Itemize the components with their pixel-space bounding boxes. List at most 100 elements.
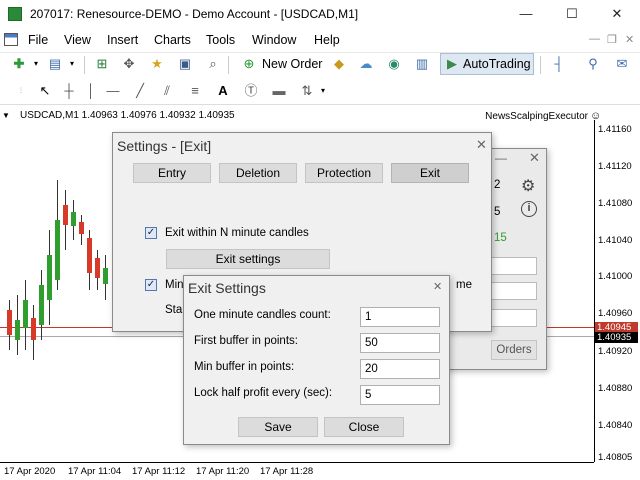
cursor-icon[interactable]: ↖ <box>36 82 54 100</box>
settings-title: Settings - [Exit] <box>117 138 212 154</box>
market-icon[interactable]: ◉ <box>385 55 403 73</box>
strategy-tester-icon[interactable]: ⌕ <box>204 55 222 73</box>
title-bar: 207017: Renesource-DEMO - Demo Account -… <box>0 0 640 30</box>
text-icon[interactable]: A <box>214 82 232 100</box>
panel-value: 2 <box>494 179 501 191</box>
exit-settings-close-icon[interactable]: ✕ <box>433 280 442 293</box>
exit-settings-button[interactable]: Exit settings <box>166 249 330 269</box>
chat-icon[interactable]: ✉ <box>613 55 631 73</box>
panel-minimize-icon[interactable]: — <box>495 151 507 165</box>
navigator-icon[interactable]: ✥ <box>120 55 138 73</box>
tab-deletion[interactable]: Deletion <box>219 163 297 183</box>
mdi-close-button[interactable]: ✕ <box>625 33 634 46</box>
price-label: 1.41040 <box>598 235 633 246</box>
window-title: 207017: Renesource-DEMO - Demo Account -… <box>30 7 359 21</box>
mdi-restore-button[interactable]: ❐ <box>607 33 617 46</box>
lock-half-profit-input[interactable]: 5 <box>360 385 440 405</box>
candles-count-input[interactable]: 1 <box>360 307 440 327</box>
panel-close-icon[interactable]: ✕ <box>529 150 540 166</box>
time-label: 17 Apr 11:04 <box>68 466 122 477</box>
candle <box>39 285 44 325</box>
candle <box>87 238 92 273</box>
profiles-icon[interactable]: ▤ <box>46 55 64 73</box>
vertical-line-icon[interactable]: │ <box>82 82 100 100</box>
time-label: 17 Apr 11:12 <box>132 466 186 477</box>
min-buffer-input[interactable]: 20 <box>360 359 440 379</box>
sta-label: Sta <box>165 304 183 316</box>
new-order-icon[interactable]: ⊕ <box>240 55 258 73</box>
chart-menu-icon[interactable]: ▼ <box>2 111 10 120</box>
autotrading-label: AutoTrading <box>463 57 531 71</box>
time-axis <box>0 462 594 463</box>
settings-close-icon[interactable]: ✕ <box>476 137 487 153</box>
panel-input[interactable] <box>491 257 537 275</box>
panel-value: 5 <box>494 206 501 218</box>
menu-window[interactable]: Window <box>252 33 296 47</box>
menu-tools[interactable]: Tools <box>206 33 235 47</box>
candle <box>55 220 60 280</box>
search-icon[interactable]: ⚲ <box>584 55 602 73</box>
crosshair-icon[interactable]: ┼ <box>60 82 78 100</box>
close-window-button[interactable]: ✕ <box>600 2 634 26</box>
trendline-icon[interactable]: ╱ <box>131 82 149 100</box>
candle <box>95 258 100 278</box>
market-watch-icon[interactable]: ⊞ <box>93 55 111 73</box>
minimize-button[interactable]: — <box>509 2 543 26</box>
time-label: 17 Apr 11:20 <box>196 466 250 477</box>
new-chart-icon[interactable]: ✚ <box>10 55 28 73</box>
candles-count-label: One minute candles count: <box>194 309 331 321</box>
gear-icon[interactable]: ⚙ <box>521 176 535 196</box>
autotrading-button[interactable]: ▶ AutoTrading <box>440 53 534 75</box>
metaeditor-icon[interactable]: ◆ <box>330 55 348 73</box>
candle <box>79 222 84 234</box>
menu-charts[interactable]: Charts <box>154 33 191 47</box>
new-chart-dropdown-icon[interactable]: ▾ <box>27 55 45 73</box>
horizontal-line-icon[interactable]: — <box>104 82 122 100</box>
min-checkbox[interactable]: ✓ <box>145 279 157 291</box>
bar-chart-icon[interactable]: ┤ <box>550 55 568 73</box>
price-label: 1.40805 <box>598 452 633 463</box>
signals-icon[interactable]: ☁ <box>357 55 375 73</box>
price-label: 1.40880 <box>598 383 633 394</box>
candle <box>63 205 68 225</box>
time-label: 17 Apr 11:28 <box>260 466 314 477</box>
panel-input[interactable] <box>491 309 537 327</box>
exit-within-checkbox[interactable]: ✓ <box>145 227 157 239</box>
menu-file[interactable]: File <box>28 33 48 47</box>
toolbar-separator <box>228 56 229 74</box>
price-label: 1.40960 <box>598 308 633 319</box>
candle <box>15 320 20 340</box>
menu-view[interactable]: View <box>64 33 91 47</box>
toolbar-separator <box>84 56 85 74</box>
maximize-button[interactable]: ☐ <box>555 2 589 26</box>
info-icon[interactable]: i <box>521 201 537 217</box>
menu-insert[interactable]: Insert <box>107 33 138 47</box>
orders-button[interactable]: Orders <box>491 340 537 360</box>
chart-window-icon[interactable] <box>4 33 18 46</box>
vps-icon[interactable]: ▥ <box>413 55 431 73</box>
price-label: 1.41000 <box>598 271 633 282</box>
close-button[interactable]: Close <box>324 417 404 437</box>
rectangle-label-icon[interactable]: ▬ <box>270 82 288 100</box>
new-order-button[interactable]: New Order <box>262 53 322 75</box>
tab-entry[interactable]: Entry <box>133 163 211 183</box>
terminal-icon[interactable]: ▣ <box>176 55 194 73</box>
menu-help[interactable]: Help <box>314 33 340 47</box>
tab-exit[interactable]: Exit <box>391 163 469 183</box>
min-label: Min <box>165 279 184 291</box>
first-buffer-input[interactable]: 50 <box>360 333 440 353</box>
text-label-icon[interactable]: Ⓣ <box>242 82 260 100</box>
panel-input[interactable] <box>491 282 537 300</box>
fibonacci-icon[interactable]: ≡ <box>186 82 204 100</box>
arrows-dropdown-icon[interactable]: ▾ <box>314 82 332 100</box>
favorites-icon[interactable]: ★ <box>148 55 166 73</box>
mdi-minimize-button[interactable]: — <box>589 33 600 45</box>
candle <box>103 268 108 284</box>
price-label: 1.41160 <box>598 124 632 135</box>
ask-price-tag: 1.40935 <box>595 332 638 343</box>
tab-protection[interactable]: Protection <box>305 163 383 183</box>
profiles-dropdown-icon[interactable]: ▾ <box>63 55 81 73</box>
exit-settings-dialog: Exit Settings ✕ One minute candles count… <box>183 275 450 445</box>
save-button[interactable]: Save <box>238 417 318 437</box>
equidistant-channel-icon[interactable]: ⫽ <box>158 82 176 100</box>
